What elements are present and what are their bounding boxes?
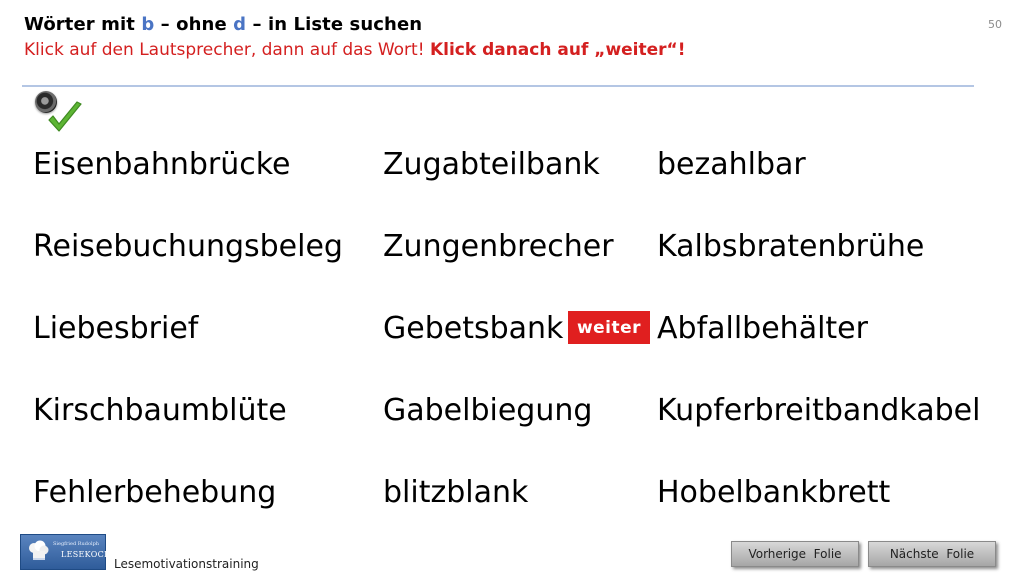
word-col1-row2[interactable]: Reisebuchungsbeleg bbox=[33, 232, 343, 262]
footer-label: Lesemotivationstraining bbox=[114, 557, 259, 571]
title-letter-b: b bbox=[141, 14, 155, 35]
word-col2-row3[interactable]: Gebetsbank bbox=[383, 314, 563, 344]
word-col1-row5[interactable]: Fehlerbehebung bbox=[33, 478, 276, 508]
word-col1-row3[interactable]: Liebesbrief bbox=[33, 314, 198, 344]
word-col2-row2[interactable]: Zungenbrecher bbox=[383, 232, 614, 262]
checkmark-icon bbox=[48, 101, 82, 132]
word-col2-row4[interactable]: Gabelbiegung bbox=[383, 396, 592, 426]
word-col1-row1[interactable]: Eisenbahnbrücke bbox=[33, 150, 291, 180]
word-col3-row3[interactable]: Abfallbehälter bbox=[657, 314, 868, 344]
title-text-end: – in Liste suchen bbox=[246, 14, 423, 35]
slide-title: Wörter mit b – ohne d – in Liste suchen bbox=[24, 14, 422, 35]
instruction-plain: Klick auf den Lautsprecher, dann auf das… bbox=[24, 40, 430, 60]
word-col3-row2[interactable]: Kalbsbratenbrühe bbox=[657, 232, 924, 262]
word-col2-row5[interactable]: blitzblank bbox=[383, 478, 528, 508]
logo-brand: LESEKOCH bbox=[61, 550, 112, 559]
weiter-button[interactable]: weiter bbox=[568, 311, 650, 344]
instruction-bold: Klick danach auf „weiter“! bbox=[429, 40, 686, 60]
previous-slide-button[interactable]: Vorherige Folie bbox=[731, 541, 859, 567]
instruction-text: Klick auf den Lautsprecher, dann auf das… bbox=[24, 40, 685, 60]
title-letter-d: d bbox=[233, 14, 247, 35]
word-col3-row4[interactable]: Kupferbreitbandkabel bbox=[657, 396, 980, 426]
logo-author: Siegfried Rudolph bbox=[53, 541, 99, 547]
next-slide-button[interactable]: Nächste Folie bbox=[868, 541, 996, 567]
word-col2-row1[interactable]: Zugabteilbank bbox=[383, 150, 600, 180]
header-divider bbox=[22, 85, 974, 87]
slide-number: 50 bbox=[988, 18, 1002, 31]
title-text-start: Wörter mit bbox=[24, 14, 142, 35]
chef-hat-icon bbox=[29, 540, 49, 560]
title-text-middle: – ohne bbox=[154, 14, 234, 35]
word-col1-row4[interactable]: Kirschbaumblüte bbox=[33, 396, 287, 426]
word-col3-row1[interactable]: bezahlbar bbox=[657, 150, 806, 180]
lesekoch-logo: Siegfried Rudolph LESEKOCH bbox=[20, 534, 111, 570]
word-col3-row5[interactable]: Hobelbankbrett bbox=[657, 478, 890, 508]
